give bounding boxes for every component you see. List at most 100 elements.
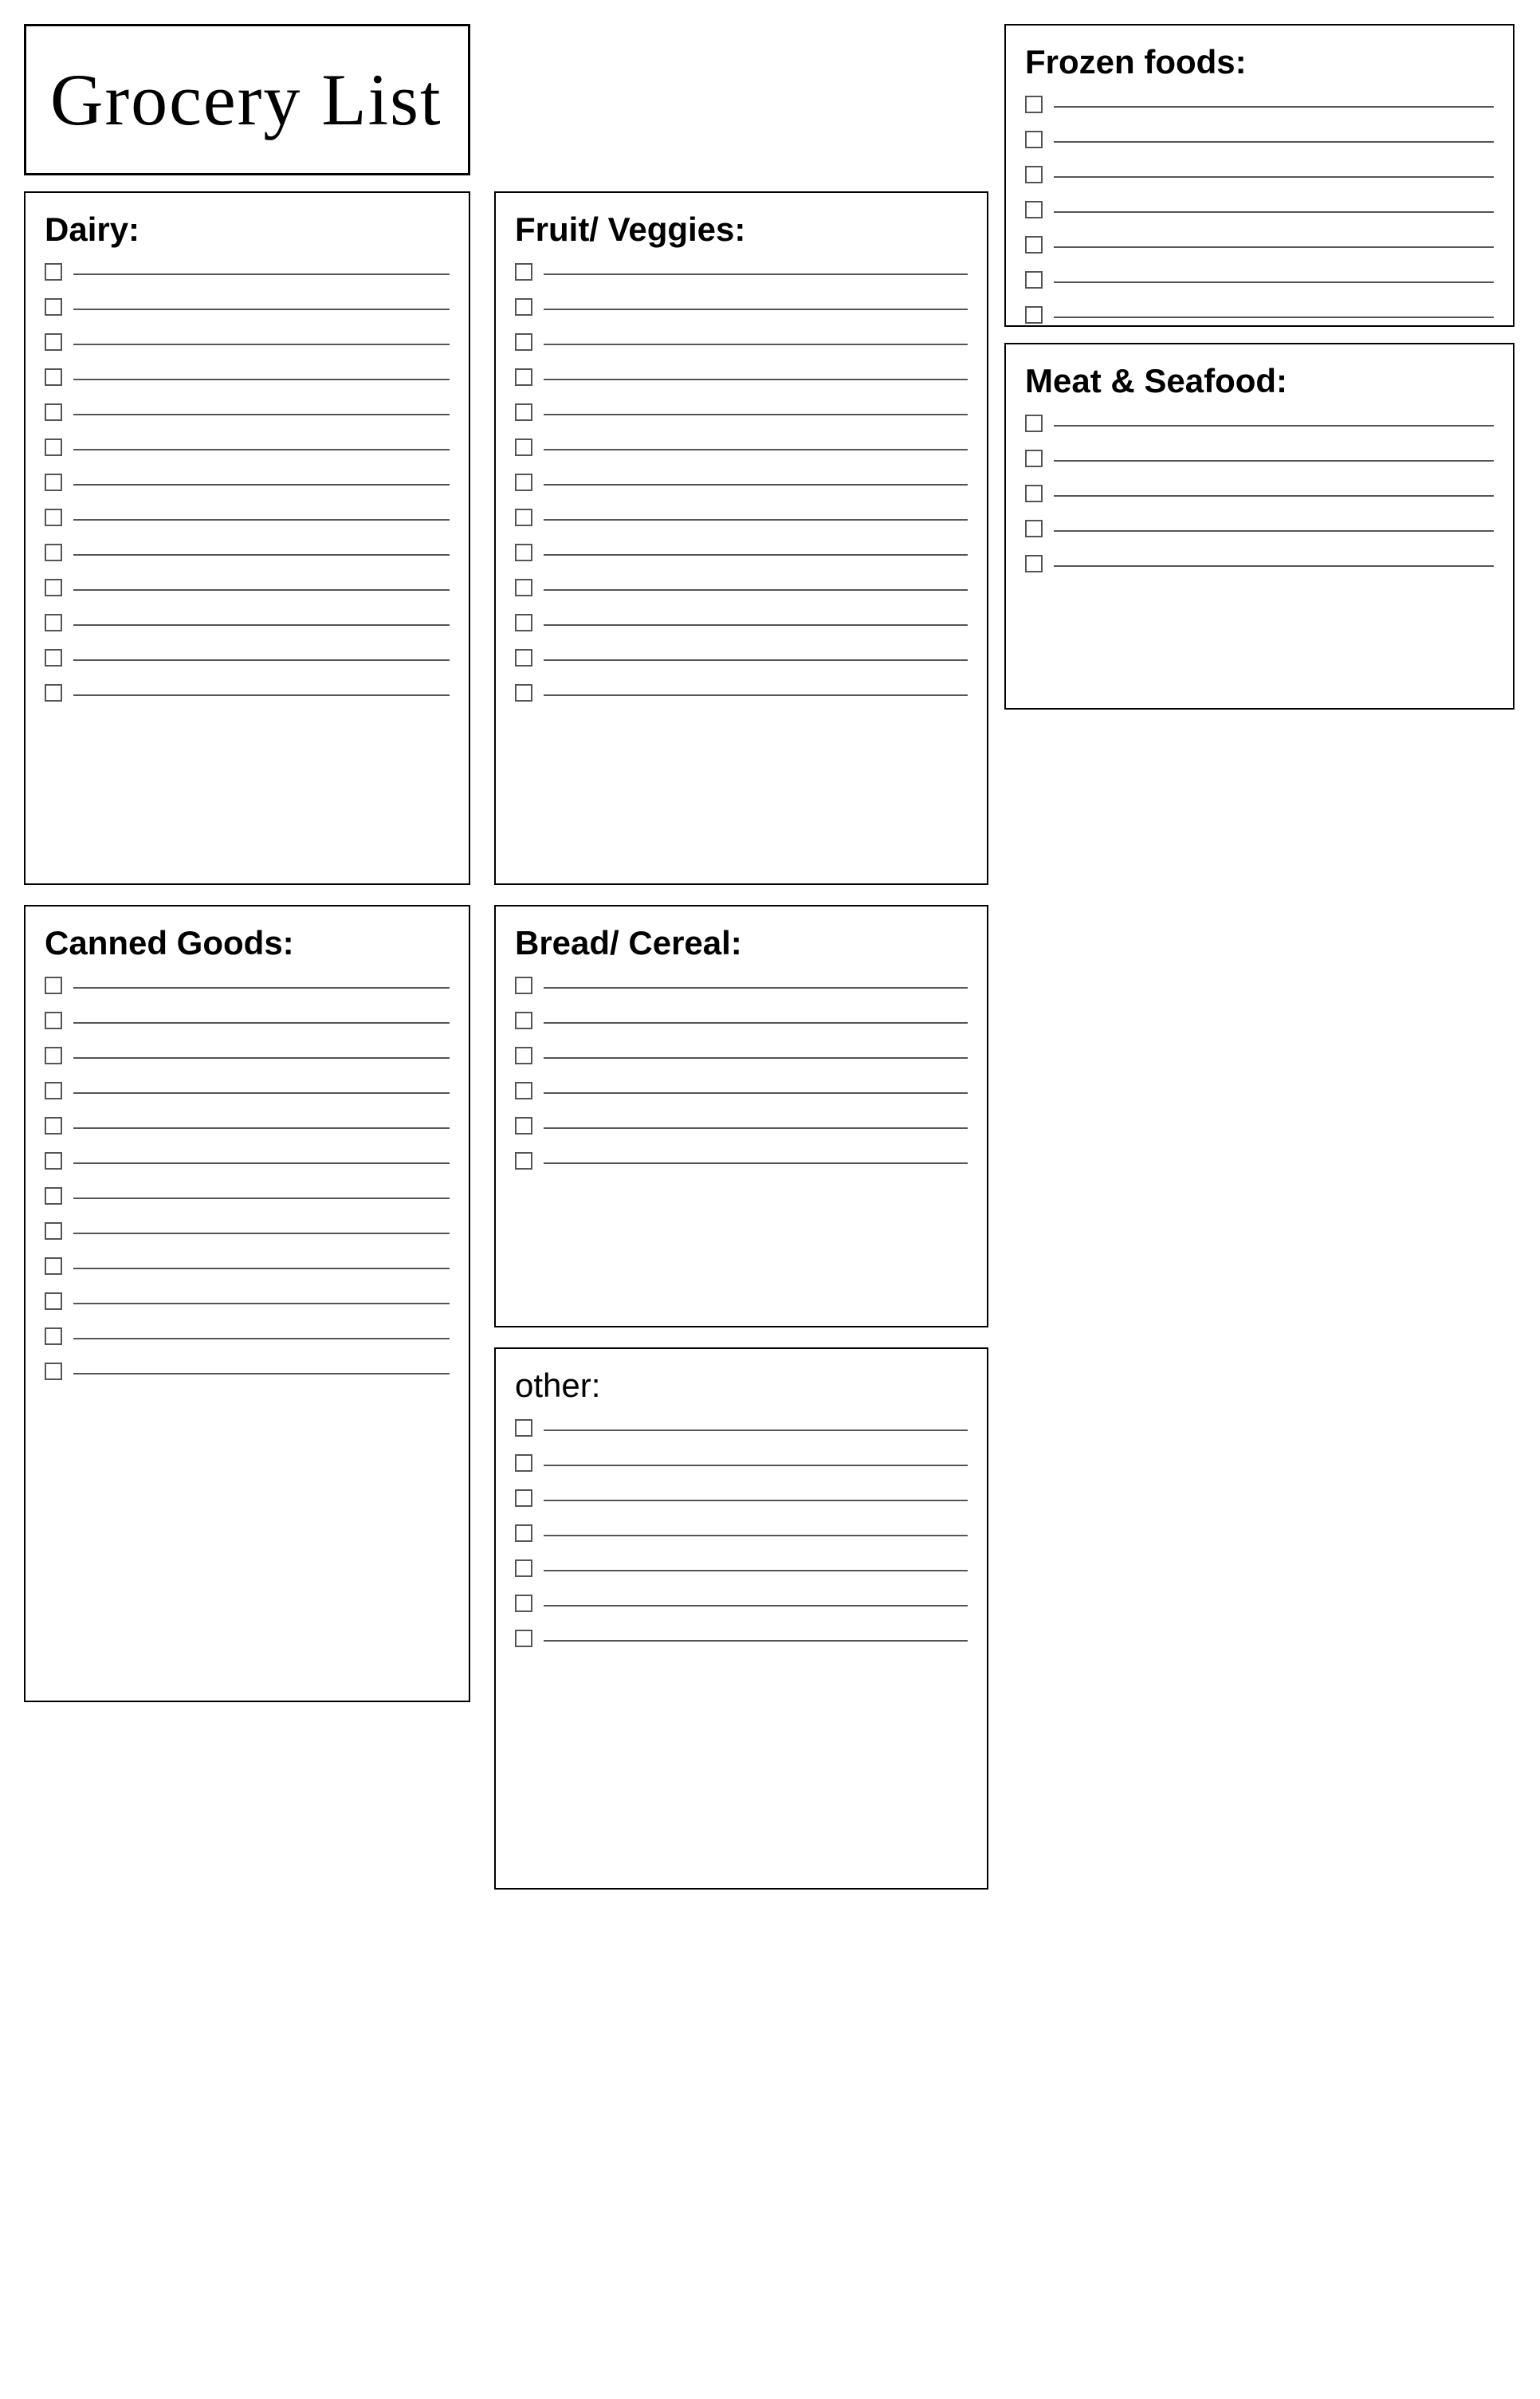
checkbox[interactable]	[515, 439, 532, 456]
list-item[interactable]	[515, 684, 968, 702]
checkbox[interactable]	[515, 298, 532, 316]
checkbox[interactable]	[515, 649, 532, 667]
checkbox[interactable]	[515, 614, 532, 631]
checkbox[interactable]	[45, 684, 62, 702]
list-item[interactable]	[515, 1559, 968, 1577]
checkbox[interactable]	[45, 649, 62, 667]
checkbox[interactable]	[45, 298, 62, 316]
list-item[interactable]	[1025, 415, 1494, 432]
checkbox[interactable]	[45, 614, 62, 631]
list-item[interactable]	[45, 1117, 450, 1135]
list-item[interactable]	[1025, 166, 1494, 183]
checkbox[interactable]	[1025, 236, 1043, 254]
list-item[interactable]	[1025, 450, 1494, 467]
checkbox[interactable]	[45, 1012, 62, 1029]
list-item[interactable]	[45, 1363, 450, 1380]
list-item[interactable]	[515, 1117, 968, 1135]
checkbox[interactable]	[515, 1630, 532, 1647]
checkbox[interactable]	[515, 579, 532, 596]
checkbox[interactable]	[515, 1419, 532, 1437]
checkbox[interactable]	[1025, 520, 1043, 537]
checkbox[interactable]	[515, 263, 532, 281]
list-item[interactable]	[515, 1524, 968, 1542]
checkbox[interactable]	[45, 509, 62, 526]
checkbox[interactable]	[45, 1327, 62, 1345]
list-item[interactable]	[515, 1595, 968, 1612]
checkbox[interactable]	[45, 1047, 62, 1064]
list-item[interactable]	[1025, 485, 1494, 502]
checkbox[interactable]	[45, 333, 62, 351]
checkbox[interactable]	[515, 1012, 532, 1029]
checkbox[interactable]	[45, 1082, 62, 1099]
list-item[interactable]	[515, 544, 968, 561]
checkbox[interactable]	[45, 579, 62, 596]
list-item[interactable]	[515, 298, 968, 316]
checkbox[interactable]	[45, 403, 62, 421]
list-item[interactable]	[515, 614, 968, 631]
checkbox[interactable]	[515, 1524, 532, 1542]
checkbox[interactable]	[515, 368, 532, 386]
list-item[interactable]	[45, 298, 450, 316]
checkbox[interactable]	[1025, 555, 1043, 572]
checkbox[interactable]	[515, 333, 532, 351]
checkbox[interactable]	[515, 1454, 532, 1472]
checkbox[interactable]	[45, 263, 62, 281]
checkbox[interactable]	[515, 544, 532, 561]
checkbox[interactable]	[515, 1152, 532, 1170]
list-item[interactable]	[515, 263, 968, 281]
list-item[interactable]	[45, 614, 450, 631]
list-item[interactable]	[45, 439, 450, 456]
checkbox[interactable]	[515, 403, 532, 421]
list-item[interactable]	[515, 333, 968, 351]
checkbox[interactable]	[1025, 271, 1043, 289]
list-item[interactable]	[515, 368, 968, 386]
list-item[interactable]	[515, 439, 968, 456]
list-item[interactable]	[45, 1047, 450, 1064]
list-item[interactable]	[45, 263, 450, 281]
checkbox[interactable]	[45, 977, 62, 994]
list-item[interactable]	[515, 1489, 968, 1507]
checkbox[interactable]	[45, 1222, 62, 1240]
checkbox[interactable]	[1025, 450, 1043, 467]
checkbox[interactable]	[1025, 201, 1043, 218]
checkbox[interactable]	[45, 1292, 62, 1310]
list-item[interactable]	[45, 1012, 450, 1029]
checkbox[interactable]	[515, 509, 532, 526]
checkbox[interactable]	[45, 439, 62, 456]
list-item[interactable]	[45, 1082, 450, 1099]
list-item[interactable]	[45, 1152, 450, 1170]
list-item[interactable]	[1025, 306, 1494, 324]
list-item[interactable]	[1025, 201, 1494, 218]
checkbox[interactable]	[1025, 166, 1043, 183]
list-item[interactable]	[1025, 520, 1494, 537]
list-item[interactable]	[515, 1419, 968, 1437]
checkbox[interactable]	[515, 1117, 532, 1135]
list-item[interactable]	[45, 474, 450, 491]
list-item[interactable]	[515, 403, 968, 421]
list-item[interactable]	[45, 1222, 450, 1240]
list-item[interactable]	[515, 474, 968, 491]
list-item[interactable]	[1025, 271, 1494, 289]
list-item[interactable]	[1025, 96, 1494, 113]
list-item[interactable]	[515, 1630, 968, 1647]
checkbox[interactable]	[515, 977, 532, 994]
checkbox[interactable]	[45, 1117, 62, 1135]
list-item[interactable]	[1025, 131, 1494, 148]
list-item[interactable]	[45, 509, 450, 526]
list-item[interactable]	[45, 1257, 450, 1275]
list-item[interactable]	[45, 368, 450, 386]
list-item[interactable]	[515, 977, 968, 994]
checkbox[interactable]	[45, 544, 62, 561]
checkbox[interactable]	[45, 474, 62, 491]
checkbox[interactable]	[1025, 306, 1043, 324]
list-item[interactable]	[45, 684, 450, 702]
checkbox[interactable]	[515, 474, 532, 491]
list-item[interactable]	[515, 1047, 968, 1064]
list-item[interactable]	[515, 1082, 968, 1099]
list-item[interactable]	[45, 333, 450, 351]
list-item[interactable]	[515, 649, 968, 667]
list-item[interactable]	[45, 1292, 450, 1310]
list-item[interactable]	[45, 649, 450, 667]
list-item[interactable]	[1025, 555, 1494, 572]
checkbox[interactable]	[515, 1595, 532, 1612]
